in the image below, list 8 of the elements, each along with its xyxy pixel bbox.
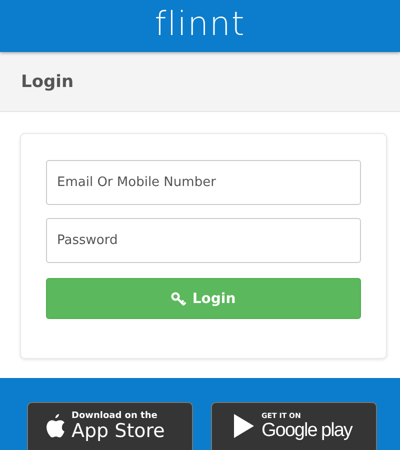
app-store-badge[interactable]: Download on the App Store xyxy=(26,402,192,450)
key-icon xyxy=(171,292,188,306)
input-field[interactable]: Password xyxy=(46,218,361,263)
logo: flinnt xyxy=(154,6,246,40)
apple-icon xyxy=(44,413,66,439)
play-icon xyxy=(232,413,256,439)
input-field[interactable]: Email Or Mobile Number xyxy=(46,160,361,205)
panel-title: Login xyxy=(21,72,74,92)
